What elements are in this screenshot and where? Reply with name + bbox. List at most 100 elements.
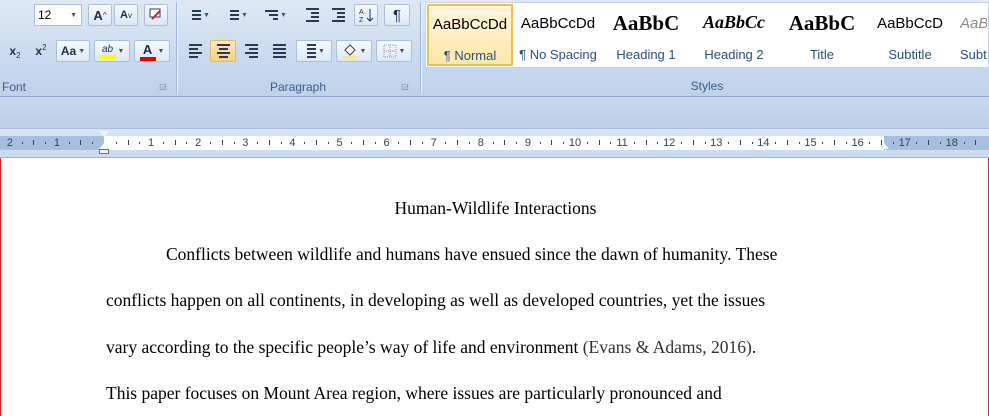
document-line[interactable]: vary according to the specific people’s … <box>106 337 756 358</box>
justify-button[interactable] <box>266 40 292 62</box>
ruler-number: 14 <box>757 137 770 149</box>
highlight-letters: ab <box>101 43 114 55</box>
ruler-tick <box>21 142 23 144</box>
style-subtle-emphasis[interactable]: AaBbCcD Subtl <box>955 4 988 66</box>
multilevel-list-button[interactable]: ▼ <box>258 4 294 26</box>
ruler-number: 8 <box>477 137 484 149</box>
highlight-button[interactable]: ab ▼ <box>94 40 130 62</box>
shrink-font-button[interactable]: Av <box>114 4 138 26</box>
document-title[interactable]: Human-Wildlife Interactions <box>1 198 989 219</box>
show-formatting-marks-button[interactable]: ¶ <box>384 4 410 26</box>
ruler-tick <box>445 142 447 144</box>
clear-formatting-button[interactable] <box>144 4 168 26</box>
font-color-button[interactable]: A ▼ <box>134 40 170 62</box>
ruler-tick <box>657 142 659 144</box>
subscript-button[interactable]: x2 <box>4 40 26 62</box>
decrease-indent-button[interactable] <box>300 4 324 26</box>
align-center-button[interactable] <box>210 40 236 62</box>
group-divider <box>176 2 177 94</box>
horizontal-ruler[interactable]: 2 1 1 2 3 4 5 6 7 8 9 10 11 12 13 14 15 16 17 18 <box>0 129 989 158</box>
change-case-button[interactable]: Aa ▼ <box>56 40 90 62</box>
chevron-down-icon: ▼ <box>70 11 77 19</box>
style-preview: AaBbCcDd <box>432 16 508 33</box>
ruler-number: 2 <box>195 137 202 149</box>
ruler-tick <box>504 140 506 145</box>
group-divider <box>420 2 421 94</box>
ruler-tick <box>775 142 777 144</box>
paragraph-mark-icon: ¶ <box>392 6 402 24</box>
ruler-tick <box>692 140 694 145</box>
ruler-tick <box>233 142 235 144</box>
style-no-spacing[interactable]: AaBbCcDd ¶ No Spacing <box>515 4 601 66</box>
ruler-tick <box>586 142 588 144</box>
ruler-tick <box>315 140 317 145</box>
ruler-tick <box>869 142 871 144</box>
ruler-tick <box>280 142 282 144</box>
subscript-icon: x <box>9 44 17 58</box>
right-indent-marker[interactable] <box>879 143 889 149</box>
align-center-icon <box>216 44 230 58</box>
ruler-tick <box>645 140 647 145</box>
ruler-tick <box>539 142 541 144</box>
highlight-color-bar <box>99 54 116 59</box>
superscript-button[interactable]: x2 <box>30 40 52 62</box>
first-line-indent-marker[interactable] <box>99 131 109 137</box>
superscript-two-icon: 2 <box>42 42 47 52</box>
style-preview: AaBbCcDd <box>520 15 596 32</box>
ruler-tick <box>610 142 612 144</box>
ruler-number: 3 <box>242 137 249 149</box>
ruler-tick <box>115 142 117 144</box>
grow-font-icon: A <box>93 7 103 23</box>
ruler-tick <box>304 142 306 144</box>
clear-formatting-icon <box>149 8 161 20</box>
chevron-down-icon: ▼ <box>318 47 325 55</box>
sort-button[interactable]: A Z <box>354 4 378 26</box>
style-normal[interactable]: AaBbCcDd ¶ Normal <box>427 4 513 66</box>
font-size-combo[interactable]: 12 ▼ <box>34 4 82 26</box>
paragraph-dialog-launcher-icon[interactable]: ◲ <box>400 82 410 92</box>
ruler-tick <box>728 142 730 144</box>
styles-gallery: AaBbCcDd ¶ Normal AaBbCcDd ¶ No Spacing … <box>425 2 989 68</box>
paint-bucket-icon <box>342 44 357 59</box>
increase-indent-button[interactable] <box>326 4 350 26</box>
ruler-number: 11 <box>616 137 628 149</box>
align-right-button[interactable] <box>238 40 264 62</box>
numbering-button[interactable]: ▼ <box>220 4 254 26</box>
font-dialog-launcher-icon[interactable]: ◲ <box>158 82 168 92</box>
ruler-number: 16 <box>851 137 864 149</box>
ruler-number: 9 <box>524 137 531 149</box>
ruler-tick <box>834 140 836 145</box>
style-title[interactable]: AaBbC Title <box>779 4 865 66</box>
style-heading-2[interactable]: AaBbCc Heading 2 <box>691 4 777 66</box>
ruler-tick <box>68 142 70 144</box>
ruler-tick <box>492 142 494 144</box>
document-page[interactable]: Human-Wildlife Interactions Conflicts be… <box>0 158 989 416</box>
ribbon-bottom-strip <box>0 97 989 129</box>
left-indent-marker[interactable] <box>99 149 109 154</box>
align-left-button[interactable] <box>182 40 208 62</box>
ruler-tick <box>421 142 423 144</box>
grow-font-button[interactable]: A ^ <box>88 4 112 26</box>
style-name: Subtitle <box>888 47 932 62</box>
ruler-tick <box>45 142 47 144</box>
ruler-tick <box>398 142 400 144</box>
ruler-number: 5 <box>336 137 343 149</box>
bullets-button[interactable]: ▼ <box>182 4 216 26</box>
line-spacing-button[interactable]: ▼ <box>296 40 332 62</box>
ruler-tick <box>221 140 223 145</box>
style-heading-1[interactable]: AaBbC Heading 1 <box>603 4 689 66</box>
ruler-tick <box>739 140 741 145</box>
document-line[interactable]: Conflicts between wildlife and humans ha… <box>166 244 777 265</box>
style-subtitle[interactable]: AaBbCcD Subtitle <box>867 4 953 66</box>
document-line[interactable]: This paper focuses on Mount Area region,… <box>106 383 722 404</box>
align-left-icon <box>188 44 202 58</box>
document-line[interactable]: conflicts happen on all continents, in d… <box>106 290 765 311</box>
ruler-number: 2 <box>6 137 13 149</box>
ruler-tick <box>516 142 518 144</box>
style-name: Title <box>809 47 835 62</box>
ruler-tick <box>822 142 824 144</box>
shading-button[interactable]: ▼ <box>336 40 372 62</box>
ruler-tick <box>92 142 94 144</box>
borders-button[interactable]: ▼ <box>376 40 412 62</box>
numbering-icon <box>226 10 240 20</box>
